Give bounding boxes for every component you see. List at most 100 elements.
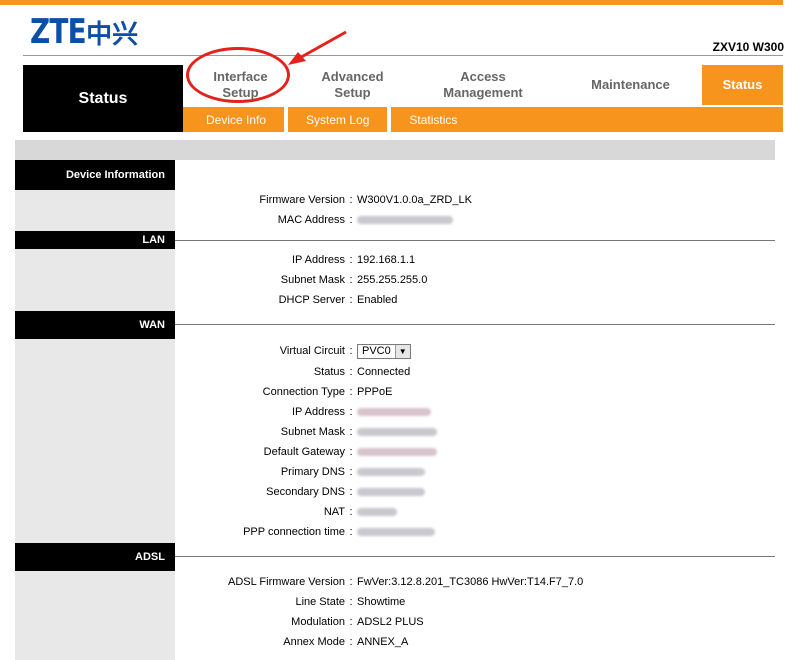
separator: : (349, 636, 353, 648)
label: IP Address (292, 254, 345, 266)
row-ppp-connection-time: PPP connection time: (175, 523, 775, 541)
value-redacted (357, 526, 435, 538)
logo-chinese: 中兴 (86, 19, 139, 50)
separator: : (349, 596, 353, 608)
separator: : (349, 406, 353, 418)
label: Line State (295, 596, 345, 608)
label: Default Gateway (263, 446, 345, 458)
separator: : (349, 214, 353, 226)
label: Subnet Mask (280, 274, 345, 286)
subtab-statistics[interactable]: Statistics (391, 107, 475, 132)
separator: : (349, 194, 353, 206)
model-name: ZXV10 W300 (712, 40, 784, 54)
row-wan-status: Status: Connected (175, 363, 775, 381)
value-redacted (357, 426, 437, 438)
value: 192.168.1.1 (357, 254, 416, 266)
tab-label: Access Management (443, 69, 523, 100)
separator: : (349, 486, 353, 498)
subtab-system-log[interactable]: System Log (288, 107, 392, 132)
section-wan: WAN (15, 311, 175, 339)
label: DHCP Server (278, 294, 345, 306)
separator: : (349, 345, 353, 357)
label: Firmware Version (259, 194, 345, 206)
value: ANNEX_A (357, 636, 409, 648)
row-mac-address: MAC Address: (175, 211, 775, 229)
row-wan-ip: IP Address: (175, 403, 775, 421)
separator: : (349, 446, 353, 458)
label: IP Address (292, 406, 345, 418)
value: 255.255.255.0 (357, 274, 428, 286)
separator: : (349, 386, 353, 398)
section-divider (175, 240, 775, 241)
row-lan-ip: IP Address: 192.168.1.1 (175, 251, 775, 269)
section-lan: LAN (15, 231, 175, 249)
top-accent-bar (0, 0, 783, 5)
row-nat: NAT: (175, 503, 775, 521)
row-line-state: Line State: Showtime (175, 593, 775, 611)
separator: : (349, 576, 353, 588)
separator: : (349, 526, 353, 538)
tab-advanced-setup[interactable]: Advanced Setup (298, 65, 407, 105)
row-connection-type: Connection Type: PPPoE (175, 383, 775, 401)
value: ADSL2 PLUS (357, 616, 424, 628)
value: Showtime (357, 596, 406, 608)
virtual-circuit-select[interactable]: PVC0 ▼ (357, 343, 411, 359)
value: W300V1.0.0a_ZRD_LK (357, 194, 472, 206)
row-modulation: Modulation: ADSL2 PLUS (175, 613, 775, 631)
separator: : (349, 274, 353, 286)
select-value: PVC0 (362, 345, 391, 357)
label: PPP connection time (243, 526, 345, 538)
label: ADSL Firmware Version (228, 576, 345, 588)
sub-nav: Device Info System Log Statistics (183, 107, 783, 132)
annotation-ellipse (186, 47, 290, 103)
section-device-information: Device Information (15, 160, 175, 190)
tab-label: Advanced Setup (321, 69, 384, 100)
row-wan-mask: Subnet Mask: (175, 423, 775, 441)
tab-label: Status (722, 77, 763, 92)
section-adsl: ADSL (15, 543, 175, 571)
value: Enabled (357, 294, 398, 306)
separator: : (349, 366, 353, 378)
subtab-device-info[interactable]: Device Info (183, 107, 289, 132)
value-redacted (357, 446, 437, 458)
row-primary-dns: Primary DNS: (175, 463, 775, 481)
annotation-arrow-icon (288, 30, 347, 65)
row-firmware-version: Firmware Version: W300V1.0.0a_ZRD_LK (175, 191, 775, 209)
value: Connected (357, 366, 411, 378)
value-redacted (357, 406, 431, 418)
header-divider (23, 55, 783, 56)
section-divider (175, 556, 775, 557)
section-divider (175, 324, 775, 325)
separator: : (349, 294, 353, 306)
separator: : (349, 426, 353, 438)
row-adsl-firmware: ADSL Firmware Version: FwVer:3.12.8.201_… (175, 573, 775, 591)
row-secondary-dns: Secondary DNS: (175, 483, 775, 501)
tab-status[interactable]: Status (702, 65, 783, 105)
label: Connection Type (262, 386, 345, 398)
zte-logo: ZTE 中兴 (30, 12, 139, 52)
row-lan-mask: Subnet Mask: 255.255.255.0 (175, 271, 775, 289)
row-annex-mode: Annex Mode: ANNEX_A (175, 633, 775, 651)
label: Virtual Circuit (279, 345, 345, 357)
section-title: Status (23, 65, 183, 132)
label: Secondary DNS (266, 486, 345, 498)
logo-latin: ZTE (30, 12, 87, 52)
value-redacted (357, 486, 425, 498)
tab-access-management[interactable]: Access Management (407, 65, 559, 105)
tab-label: Maintenance (591, 77, 670, 92)
label: MAC Address (277, 214, 345, 226)
label: Status (313, 366, 345, 378)
label: Subnet Mask (280, 426, 345, 438)
label: NAT (323, 506, 345, 518)
value: PPPoE (357, 386, 393, 398)
tab-maintenance[interactable]: Maintenance (559, 65, 702, 105)
value-redacted (357, 506, 397, 518)
separator: : (349, 466, 353, 478)
value-redacted (357, 466, 425, 478)
separator: : (349, 254, 353, 266)
value: FwVer:3.12.8.201_TC3086 HwVer:T14.F7_7.0 (357, 576, 584, 588)
row-dhcp-server: DHCP Server: Enabled (175, 291, 775, 309)
label: Modulation (291, 616, 345, 628)
separator: : (349, 616, 353, 628)
chevron-down-icon[interactable]: ▼ (394, 344, 410, 358)
